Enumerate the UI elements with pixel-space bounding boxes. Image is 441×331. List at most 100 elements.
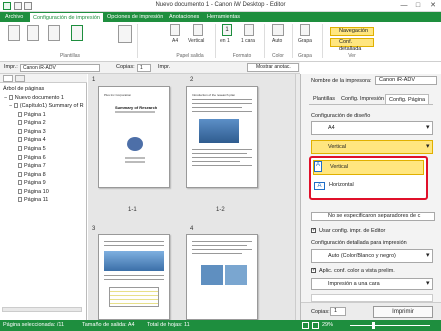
- tab-configuracion-impresion[interactable]: Configuración de impresión: [29, 12, 104, 22]
- printer-select[interactable]: Canon iR-ADV: [20, 64, 100, 72]
- page2-text-line: [192, 149, 252, 150]
- copies-field[interactable]: 1: [330, 307, 346, 316]
- zoom-slider[interactable]: [350, 325, 430, 326]
- orientation-label[interactable]: Vertical: [188, 38, 204, 44]
- page-icon: [18, 112, 22, 118]
- template-icon[interactable]: [48, 25, 60, 41]
- multi-page-view-icon[interactable]: [312, 322, 319, 329]
- chevron-down-icon: ▾: [426, 143, 430, 150]
- duplex-icon[interactable]: [244, 24, 254, 36]
- tab-archivo[interactable]: Archivo: [2, 12, 26, 22]
- copies-input[interactable]: 1: [137, 64, 151, 72]
- status-selected-page: Página seleccionada: /11: [3, 322, 65, 328]
- collapsed-setting[interactable]: [311, 294, 433, 302]
- template-icon[interactable]: [27, 25, 39, 41]
- option-horizontal[interactable]: Horizontal: [313, 179, 424, 194]
- tab-anotaciones[interactable]: Anotaciones: [166, 12, 202, 22]
- tab-opciones-impresion[interactable]: Opciones de impresión: [104, 12, 166, 22]
- page-tree-tab[interactable]: [3, 75, 13, 82]
- page4-photo: [201, 265, 223, 285]
- page3-text-line: [104, 241, 164, 242]
- option-vertical[interactable]: Vertical: [313, 160, 424, 175]
- tab-config-impresion[interactable]: Config. Impresión: [341, 96, 384, 102]
- print-toolbar-button[interactable]: Impr.: [158, 64, 170, 70]
- orientation-select[interactable]: Vertical: [311, 140, 433, 154]
- tree-root: Árbol de páginas: [3, 86, 45, 92]
- landscape-icon: A: [314, 182, 325, 190]
- tree-document[interactable]: − Nuevo documento 1: [4, 94, 64, 102]
- close-icon[interactable]: ✕: [426, 1, 440, 11]
- page-label: Página 7: [24, 163, 46, 169]
- tree-page[interactable]: Página 3: [18, 128, 46, 136]
- use-editor-checkbox[interactable]: ✓: [311, 228, 316, 233]
- single-page-view-icon[interactable]: [302, 322, 309, 329]
- page1-subtitle-line: [115, 111, 155, 113]
- tree-page[interactable]: Página 11: [18, 196, 48, 204]
- maximize-icon[interactable]: □: [411, 1, 425, 11]
- paper-size-label[interactable]: A4: [172, 38, 178, 44]
- page1-logo: [127, 137, 143, 151]
- tab-herramientas[interactable]: Herramientas: [204, 12, 243, 22]
- layout-select[interactable]: A4: [311, 121, 433, 135]
- page-preview-area: 1 2 Plus Inc Corporation Summary of Rese…: [88, 74, 300, 320]
- page2-text-line: [192, 161, 240, 162]
- tree-page[interactable]: Página 2: [18, 119, 46, 127]
- detail-settings-button[interactable]: Conf. detallada: [330, 38, 374, 52]
- page-label: Página 8: [24, 172, 46, 178]
- tree-horizontal-scrollbar[interactable]: [2, 307, 82, 312]
- page-label: Página 5: [24, 146, 46, 152]
- page-thumbnail[interactable]: [98, 234, 170, 320]
- page-label: Página 6: [24, 155, 46, 161]
- tree-chapter-label: (Capítulo1) Summary of R: [19, 103, 84, 109]
- print-button[interactable]: Imprimir: [373, 306, 433, 318]
- pages-per-sheet-icon[interactable]: 1: [222, 24, 232, 36]
- tree-page[interactable]: Página 4: [18, 136, 46, 144]
- print-footer: Copias: 1 Imprimir: [301, 302, 441, 320]
- sides-select[interactable]: Impresión a una cara: [311, 278, 433, 290]
- template-icon[interactable]: [71, 25, 83, 41]
- separator-select[interactable]: No se especificaron separadores de c: [311, 212, 435, 221]
- orientation-icon[interactable]: [193, 24, 203, 36]
- sides-label[interactable]: 1 cara: [241, 38, 255, 44]
- tree-page[interactable]: Página 7: [18, 162, 46, 170]
- template-icon[interactable]: [8, 25, 20, 41]
- apply-color-checkbox[interactable]: ✓: [311, 268, 316, 273]
- tab-plantillas[interactable]: Plantillas: [313, 96, 335, 102]
- page-number: 3: [92, 226, 96, 232]
- page3-table: [109, 287, 159, 307]
- color-icon[interactable]: [272, 24, 284, 36]
- page-label: Página 3: [24, 129, 46, 135]
- staple-icon[interactable]: [300, 24, 310, 36]
- tree-page[interactable]: Página 9: [18, 179, 46, 187]
- page-label: Página 9: [24, 180, 46, 186]
- page-icon: [18, 172, 22, 178]
- zoom-slider-handle[interactable]: [372, 322, 375, 329]
- show-annotations-button[interactable]: Mostrar anotac.: [247, 63, 299, 72]
- page2-text-line: [192, 165, 252, 166]
- paper-size-icon[interactable]: [170, 24, 180, 36]
- minimize-icon[interactable]: —: [397, 1, 411, 11]
- page2-header: Introduction of the research plan: [192, 93, 236, 97]
- page-number: 1: [92, 77, 96, 83]
- tree-page[interactable]: Página 10: [18, 188, 49, 196]
- use-editor-label: Usar config. impr. de Editor: [319, 228, 386, 234]
- printer-name-select[interactable]: Canon iR-ADV: [375, 76, 437, 85]
- color-mode-select[interactable]: Auto (Color/Blanco y negro): [311, 249, 433, 263]
- group-label-formato: Formato: [232, 53, 252, 59]
- color-mode-label[interactable]: Auto: [272, 38, 282, 44]
- page-thumbnail[interactable]: [186, 234, 258, 320]
- tree-page[interactable]: Página 1: [18, 111, 46, 119]
- tree-chapter[interactable]: − (Capítulo1) Summary of R: [9, 102, 84, 110]
- template-gallery-icon[interactable]: [118, 25, 132, 43]
- staple-label[interactable]: Grapa: [298, 38, 312, 44]
- page4-photo: [225, 265, 247, 285]
- tree-page[interactable]: Página 8: [18, 171, 46, 179]
- navigation-button[interactable]: Navegación: [330, 27, 374, 36]
- page-thumbnail[interactable]: Introduction of the research plan: [186, 86, 258, 188]
- page-thumbnail[interactable]: Plus Inc Corporation Summary of Research: [98, 86, 170, 188]
- pages-per-sheet-label[interactable]: en 1: [220, 38, 230, 44]
- copies-label: Copias:: [116, 64, 135, 70]
- tree-page[interactable]: Página 5: [18, 145, 46, 153]
- thumbnail-tab[interactable]: [15, 75, 25, 82]
- tree-page[interactable]: Página 6: [18, 154, 46, 162]
